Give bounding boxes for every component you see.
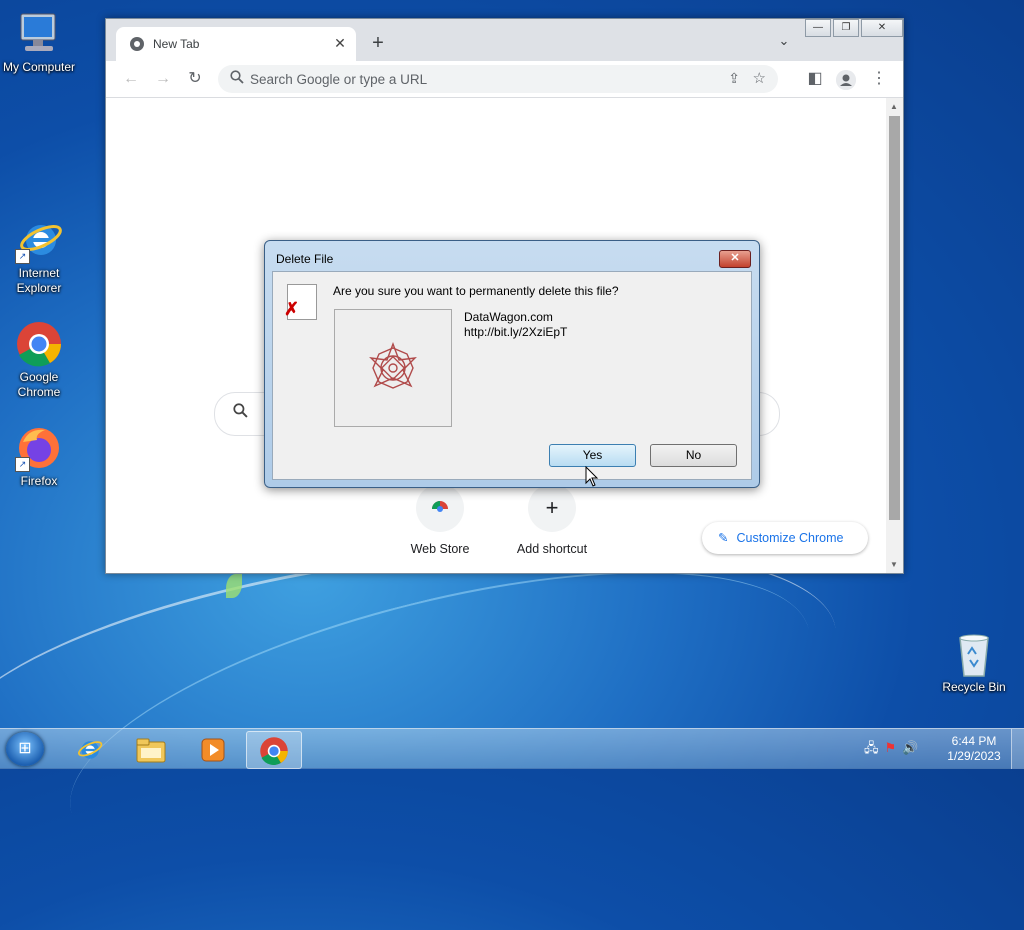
computer-icon bbox=[15, 10, 63, 58]
file-name: DataWagon.com bbox=[464, 310, 553, 324]
omnibox[interactable]: Search Google or type a URL ⇪ ☆ bbox=[218, 65, 778, 93]
taskbar-chrome-icon[interactable] bbox=[246, 731, 302, 769]
back-arrow-icon[interactable]: ← bbox=[120, 68, 142, 90]
dialog-body: ✗ Are you sure you want to permanently d… bbox=[272, 271, 752, 480]
customize-label: Customize Chrome bbox=[736, 531, 844, 545]
delete-file-icon: ✗ bbox=[284, 284, 317, 320]
recycle-bin-icon bbox=[950, 630, 998, 678]
pencil-icon: ✎ bbox=[718, 531, 729, 545]
forward-arrow-icon[interactable]: → bbox=[152, 68, 174, 90]
taskbar-explorer-folder-icon[interactable] bbox=[124, 731, 178, 767]
clock[interactable]: 6:44 PM 1/29/2023 bbox=[942, 734, 1006, 764]
maximize-button[interactable]: ❐ bbox=[833, 19, 859, 37]
dialog-question: Are you sure you want to permanently del… bbox=[333, 284, 619, 298]
file-url: http://bit.ly/2XziEpT bbox=[464, 325, 568, 339]
search-icon bbox=[233, 403, 248, 422]
shortcut-label: Web Store bbox=[410, 542, 470, 556]
volume-icon[interactable]: 🔊 bbox=[902, 740, 924, 755]
desktop-icon-label: Firefox bbox=[20, 474, 58, 488]
new-tab-plus-icon[interactable]: + bbox=[366, 31, 390, 55]
search-icon bbox=[230, 70, 244, 87]
clock-time: 6:44 PM bbox=[951, 734, 997, 748]
firefox-icon: ↗ bbox=[15, 424, 63, 472]
start-button[interactable]: ⊞ bbox=[6, 732, 44, 766]
desktop-icon-internet-explorer[interactable]: ↗ Internet Explorer bbox=[1, 216, 77, 296]
profile-avatar-icon[interactable] bbox=[836, 70, 856, 90]
omnibox-placeholder: Search Google or type a URL bbox=[250, 72, 428, 87]
dialog-close-button[interactable]: ✕ bbox=[719, 250, 751, 268]
tab-new-tab[interactable]: New Tab ✕ bbox=[116, 27, 356, 61]
network-icon[interactable]: 🖧 bbox=[864, 740, 885, 755]
desktop-icon-my-computer[interactable]: My Computer bbox=[1, 10, 77, 75]
desktop-icon-label: My Computer bbox=[2, 60, 76, 74]
tab-title: New Tab bbox=[153, 37, 200, 51]
shortcut-arrow-icon: ↗ bbox=[15, 249, 30, 264]
taskbar-media-player-icon[interactable] bbox=[186, 731, 240, 767]
window-controls: — ❐ ✕ bbox=[803, 19, 903, 39]
mandala-image-icon bbox=[369, 342, 417, 389]
internet-explorer-icon: ↗ bbox=[15, 216, 63, 264]
add-plus-icon: + bbox=[528, 484, 576, 532]
bookmark-star-icon[interactable]: ☆ bbox=[753, 69, 766, 87]
desktop-icon-label: Recycle Bin bbox=[942, 680, 1006, 694]
shortcut-arrow-icon: ↗ bbox=[15, 457, 30, 472]
shortcut-add[interactable]: + Add shortcut bbox=[502, 484, 602, 556]
desktop-icon-recycle-bin[interactable]: Recycle Bin bbox=[936, 630, 1012, 695]
tab-close-icon[interactable]: ✕ bbox=[330, 33, 350, 53]
side-panel-icon[interactable]: ◧ bbox=[804, 68, 826, 90]
show-desktop-button[interactable] bbox=[1011, 729, 1024, 769]
reload-icon[interactable]: ↻ bbox=[184, 68, 206, 90]
clock-date: 1/29/2023 bbox=[947, 749, 1001, 763]
shortcut-web-store[interactable]: Web Store bbox=[390, 484, 490, 556]
no-button[interactable]: No bbox=[650, 444, 737, 467]
taskbar-internet-explorer-icon[interactable] bbox=[62, 731, 116, 767]
file-thumbnail bbox=[334, 309, 452, 427]
page-scrollbar[interactable]: ▲ ▼ bbox=[886, 98, 903, 573]
dialog-title: Delete File bbox=[276, 252, 334, 266]
desktop-icon-firefox[interactable]: ↗ Firefox bbox=[1, 424, 77, 489]
scrollbar-thumb[interactable] bbox=[889, 116, 900, 520]
chrome-favicon-icon bbox=[130, 37, 144, 51]
close-window-button[interactable]: ✕ bbox=[861, 19, 903, 37]
file-info: DataWagon.com http://bit.ly/2XziEpT bbox=[464, 310, 567, 340]
desktop-icon-label: Internet Explorer bbox=[16, 266, 62, 295]
scroll-up-arrow-icon[interactable]: ▲ bbox=[890, 102, 898, 111]
delete-file-dialog: Delete File ✕ ✗ Are you sure you want to… bbox=[264, 240, 760, 488]
taskbar: ⊞ 🖧⚑🔊 6:44 PM 1/29/2023 bbox=[0, 728, 1024, 769]
tab-strip: New Tab ✕ + ⌄ — ❐ ✕ bbox=[106, 19, 903, 61]
minimize-button[interactable]: — bbox=[805, 19, 831, 37]
yes-button[interactable]: Yes bbox=[549, 444, 636, 467]
desktop-icon-label: Google Chrome bbox=[17, 370, 61, 399]
share-icon[interactable]: ⇪ bbox=[728, 70, 740, 87]
action-center-flag-icon[interactable]: ⚑ bbox=[885, 740, 903, 755]
browser-toolbar: ← → ↻ Search Google or type a URL ⇪ ☆ ◧ … bbox=[106, 61, 903, 98]
scroll-down-arrow-icon[interactable]: ▼ bbox=[890, 560, 898, 569]
shortcut-label: Add shortcut bbox=[516, 542, 588, 556]
chrome-icon bbox=[15, 320, 63, 368]
system-tray: 🖧⚑🔊 bbox=[864, 739, 924, 761]
web-store-icon bbox=[416, 484, 464, 532]
customize-chrome-button[interactable]: ✎ Customize Chrome bbox=[702, 522, 868, 554]
desktop-icon-google-chrome[interactable]: Google Chrome bbox=[1, 320, 77, 400]
tab-search-chevron-icon[interactable]: ⌄ bbox=[774, 33, 794, 53]
menu-kebab-icon[interactable]: ⋮ bbox=[868, 68, 890, 90]
